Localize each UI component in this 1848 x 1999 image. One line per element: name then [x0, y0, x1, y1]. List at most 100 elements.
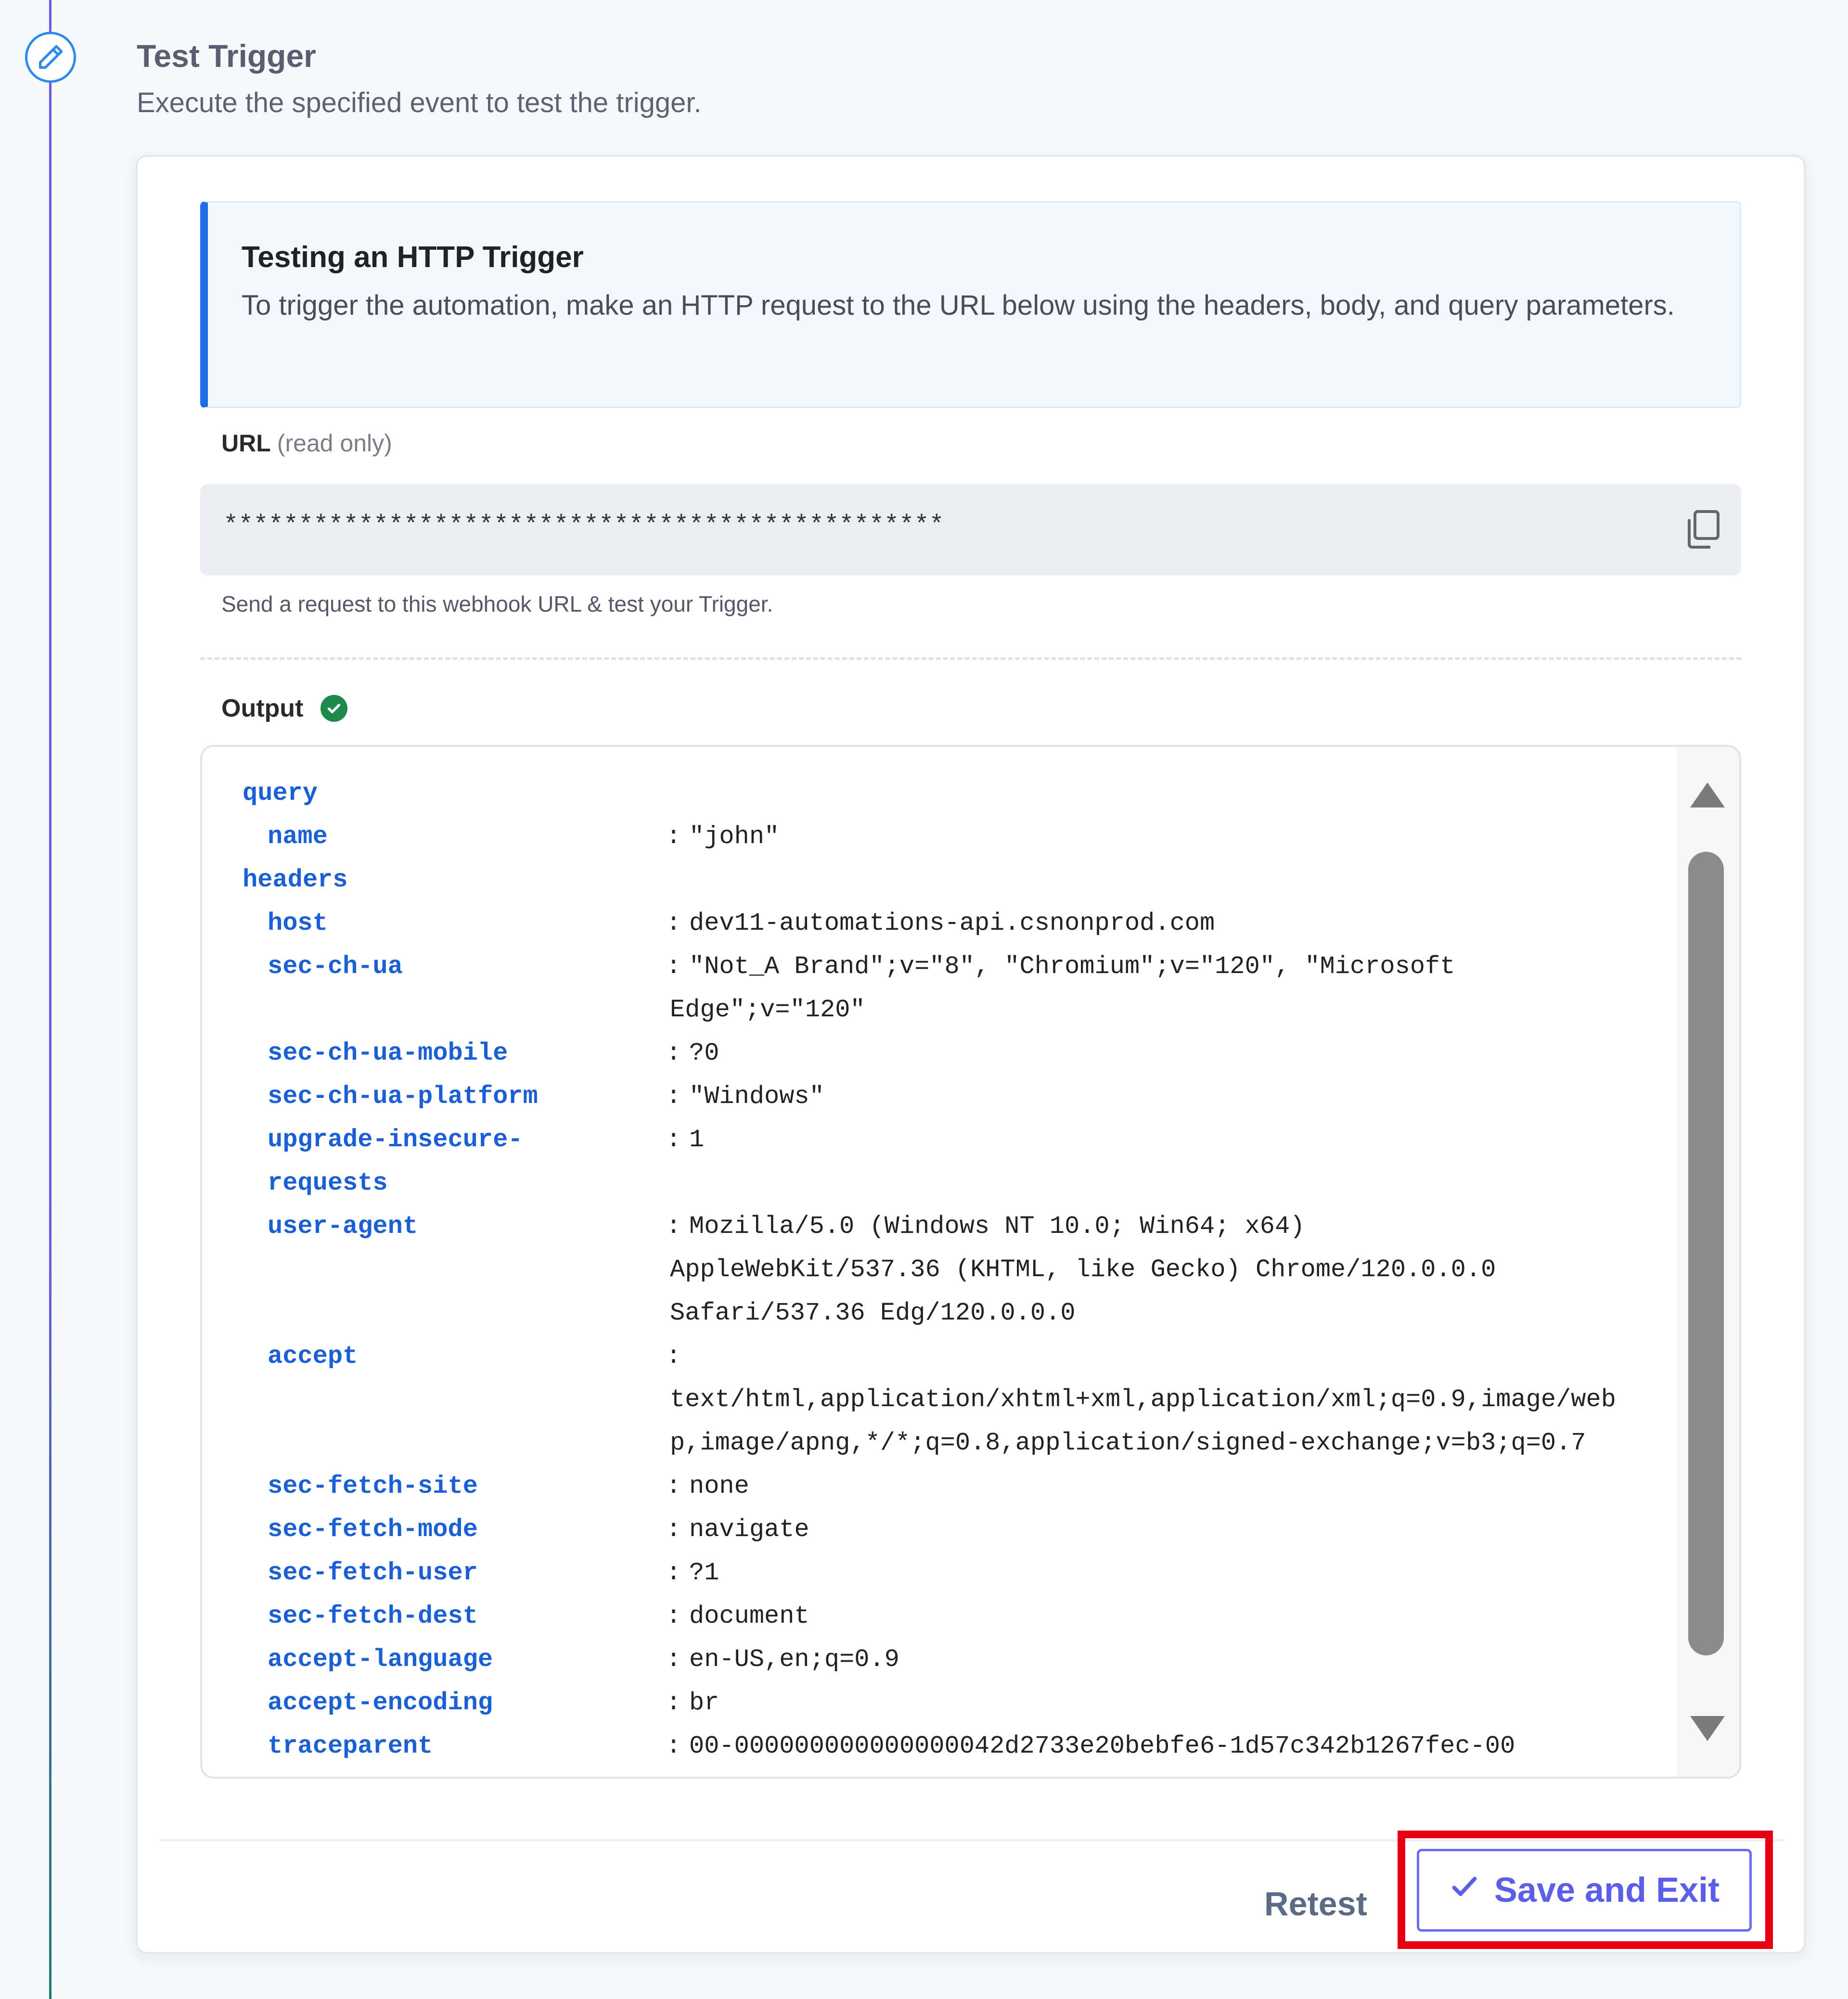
output-separator: :: [666, 1515, 681, 1544]
notice-body: To trigger the automation, make an HTTP …: [242, 290, 1675, 321]
output-key-continued: requests: [268, 1169, 388, 1197]
output-separator: :: [666, 1472, 681, 1500]
output-label: Output: [221, 694, 348, 723]
output-key: accept-encoding: [268, 1689, 493, 1717]
output-section-headers: headers: [243, 866, 348, 894]
output-row: name: "john": [243, 815, 1677, 859]
output-separator: :: [666, 1039, 681, 1067]
output-separator: :: [666, 1732, 681, 1760]
output-key: tracestate: [243, 1768, 647, 1777]
output-row: sec-ch-ua-platform: "Windows": [243, 1075, 1677, 1118]
output-value: dev11-automations-api.csnonprod.com: [689, 909, 1215, 937]
output-value: none: [689, 1472, 749, 1500]
output-key: user-agent: [268, 1212, 418, 1241]
copy-icon[interactable]: [1683, 507, 1722, 551]
output-separator: :: [666, 909, 681, 937]
output-value-continued: p,image/apng,*/*;q=0.8,application/signe…: [670, 1429, 1586, 1457]
url-label-note: (read only): [277, 430, 392, 457]
output-row: tracestate:dd=s:4: [243, 1768, 1677, 1777]
output-key: accept-language: [268, 1645, 493, 1674]
divider: [200, 657, 1741, 660]
step-subtitle: Execute the specified event to test the …: [137, 87, 702, 118]
output-panel[interactable]: query name: "john" headers host: dev11-automa…: [200, 745, 1741, 1779]
output-value-continued: AppleWebKit/537.36 (KHTML, like Gecko) C…: [670, 1256, 1496, 1284]
output-value: Mozilla/5.0 (Windows NT 10.0; Win64; x64…: [689, 1212, 1305, 1241]
output-key: accept: [268, 1342, 358, 1371]
output-value: 1: [689, 1126, 705, 1154]
checkmark-icon: [1449, 1871, 1480, 1910]
output-separator: :: [666, 1082, 681, 1111]
output-row: host: dev11-automations-api.csnonprod.com: [243, 902, 1677, 945]
output-row: traceparent:00-000000000000000042d2733e2…: [243, 1725, 1677, 1768]
output-row: upgrade-insecure-:1: [243, 1118, 1677, 1162]
output-separator: :: [666, 1645, 681, 1674]
save-and-exit-button[interactable]: Save and Exit: [1417, 1849, 1752, 1932]
url-label-text: URL: [221, 430, 270, 457]
output-key: sec-fetch-user: [268, 1559, 478, 1587]
scroll-down-arrow-icon[interactable]: [1688, 1714, 1727, 1743]
output-separator: :: [666, 1126, 681, 1154]
output-value: ?0: [689, 1039, 719, 1067]
output-row: accept:: [243, 1335, 1677, 1378]
output-row: accept-language: en-US,en;q=0.9: [243, 1638, 1677, 1681]
info-notice: Testing an HTTP Trigger To trigger the a…: [200, 201, 1741, 408]
output-row: accept-encoding: br: [243, 1681, 1677, 1725]
output-value-continued: text/html,application/xhtml+xml,applicat…: [670, 1385, 1616, 1414]
output-value: [689, 1335, 1677, 1378]
output-value: document: [689, 1602, 809, 1630]
test-trigger-card: Testing an HTTP Trigger To trigger the a…: [136, 155, 1806, 1954]
output-row: sec-fetch-dest: document: [243, 1595, 1677, 1638]
output-value: en-US,en;q=0.9: [689, 1645, 899, 1674]
step-title: Test Trigger: [137, 38, 316, 74]
output-key: host: [268, 909, 328, 937]
check-circle-icon: [321, 695, 348, 722]
output-row: sec-ch-ua-mobile: ?0: [243, 1032, 1677, 1075]
output-value: "Windows": [689, 1082, 824, 1111]
output-value: ?1: [689, 1559, 719, 1587]
output-separator: :: [666, 1602, 681, 1630]
output-separator: :: [666, 952, 681, 981]
output-value: "Not_A Brand";v="8", "Chromium";v="120",…: [689, 952, 1455, 981]
output-key: name: [268, 822, 328, 851]
output-row: user-agent: Mozilla/5.0 (Windows NT 10.0;…: [243, 1205, 1677, 1248]
notice-title: Testing an HTTP Trigger: [242, 241, 584, 274]
output-separator: :: [647, 1768, 689, 1777]
url-label: URL (read only): [221, 429, 392, 457]
output-value: br: [689, 1689, 719, 1717]
output-section-query: query: [243, 779, 318, 807]
output-key: sec-fetch-mode: [268, 1515, 478, 1544]
output-key: sec-ch-ua: [268, 952, 403, 981]
output-separator: :: [666, 822, 681, 851]
scrollbar-thumb[interactable]: [1688, 852, 1724, 1655]
output-value: 00-000000000000000042d2733e20bebfe6-1d57…: [689, 1732, 1515, 1760]
pencil-icon: [25, 32, 76, 83]
save-and-exit-label: Save and Exit: [1494, 1871, 1720, 1909]
output-value: dd=s:4: [689, 1768, 1677, 1777]
url-value: ****************************************…: [223, 511, 944, 539]
url-help-text: Send a request to this webhook URL & tes…: [221, 591, 773, 616]
output-key: sec-fetch-dest: [268, 1602, 478, 1630]
scroll-up-arrow-icon[interactable]: [1688, 781, 1727, 809]
output-key: traceparent: [268, 1732, 433, 1760]
output-key: sec-ch-ua-mobile: [268, 1039, 508, 1067]
output-key: sec-ch-ua-platform: [268, 1082, 538, 1111]
output-value-continued: Edge";v="120": [670, 996, 865, 1024]
output-row: sec-fetch-user: ?1: [243, 1551, 1677, 1595]
output-label-text: Output: [221, 694, 304, 722]
output-row: sec-fetch-mode: navigate: [243, 1508, 1677, 1551]
output-row: sec-ch-ua: "Not_A Brand";v="8", "Chromium…: [243, 945, 1677, 988]
output-separator: :: [666, 1212, 681, 1241]
output-row: sec-fetch-site: none: [243, 1465, 1677, 1508]
output-key: upgrade-insecure-: [268, 1126, 523, 1154]
url-field[interactable]: ****************************************…: [200, 484, 1741, 576]
output-value: "john": [689, 822, 780, 851]
output-separator: :: [666, 1689, 681, 1717]
output-separator: :: [666, 1342, 681, 1371]
timeline-line: [49, 0, 51, 1999]
output-content: query name: "john" headers host: dev11-automa…: [243, 772, 1677, 1777]
output-value-continued: Safari/537.36 Edg/120.0.0.0: [670, 1299, 1076, 1327]
output-key: sec-fetch-site: [268, 1472, 478, 1500]
scrollbar[interactable]: [1677, 747, 1739, 1777]
output-value: navigate: [689, 1515, 809, 1544]
retest-button[interactable]: Retest: [1244, 1870, 1388, 1937]
